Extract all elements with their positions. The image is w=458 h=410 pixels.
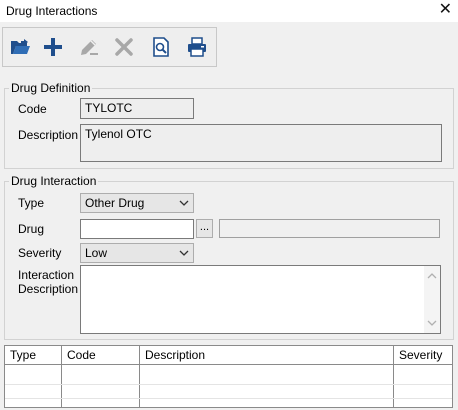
column-header-type[interactable]: Type <box>5 346 61 364</box>
title-bar: Drug Interactions ✕ <box>0 0 458 22</box>
drug-definition-legend: Drug Definition <box>9 81 93 95</box>
grid-row-line <box>5 384 452 385</box>
interaction-description-label-line2: Description <box>18 282 79 296</box>
interaction-description-textarea[interactable] <box>80 265 441 334</box>
chevron-down-icon <box>179 200 189 206</box>
type-label: Type <box>18 196 45 210</box>
drug-label: Drug <box>18 222 45 236</box>
description-label: Description <box>18 128 79 142</box>
interactions-grid[interactable]: Type Code Description Severity <box>4 345 453 408</box>
drug-input[interactable] <box>80 219 194 239</box>
print-button[interactable] <box>183 33 211 61</box>
delete-button[interactable] <box>110 33 138 61</box>
edit-icon <box>81 40 98 55</box>
drug-interaction-legend: Drug Interaction <box>9 174 99 188</box>
edit-button[interactable] <box>75 33 103 61</box>
textarea-scrollbar[interactable] <box>424 266 440 333</box>
toolbar <box>2 27 217 67</box>
add-button[interactable] <box>39 33 67 61</box>
column-header-description[interactable]: Description <box>140 346 393 364</box>
delete-icon <box>115 38 133 56</box>
grid-header: Type Code Description Severity <box>5 346 452 365</box>
preview-icon <box>153 37 169 57</box>
column-header-severity[interactable]: Severity <box>394 346 452 364</box>
type-select-value: Other Drug <box>85 196 145 210</box>
severity-label: Severity <box>18 246 62 260</box>
chevron-down-icon <box>179 250 189 256</box>
add-icon <box>44 38 62 56</box>
drug-lookup-button[interactable]: ... <box>196 219 213 238</box>
scroll-up-icon[interactable] <box>424 269 440 283</box>
severity-select[interactable]: Low <box>80 243 194 263</box>
interaction-description-label: Interaction <box>18 268 75 282</box>
grid-row-line <box>5 398 452 399</box>
preview-button[interactable] <box>147 33 175 61</box>
column-header-code[interactable]: Code <box>62 346 139 364</box>
type-select[interactable]: Other Drug <box>80 193 194 213</box>
open-folder-icon <box>11 39 30 54</box>
print-icon <box>188 37 206 57</box>
drug-name-display <box>219 219 440 238</box>
close-icon[interactable]: ✕ <box>439 1 452 19</box>
severity-select-value: Low <box>85 246 108 260</box>
window-title: Drug Interactions <box>6 4 98 18</box>
code-field[interactable]: TYLOTC <box>80 98 194 119</box>
scroll-down-icon[interactable] <box>424 316 440 330</box>
description-field[interactable]: Tylenol OTC <box>80 124 442 162</box>
open-folder-button[interactable] <box>6 33 34 61</box>
code-label: Code <box>18 102 47 116</box>
